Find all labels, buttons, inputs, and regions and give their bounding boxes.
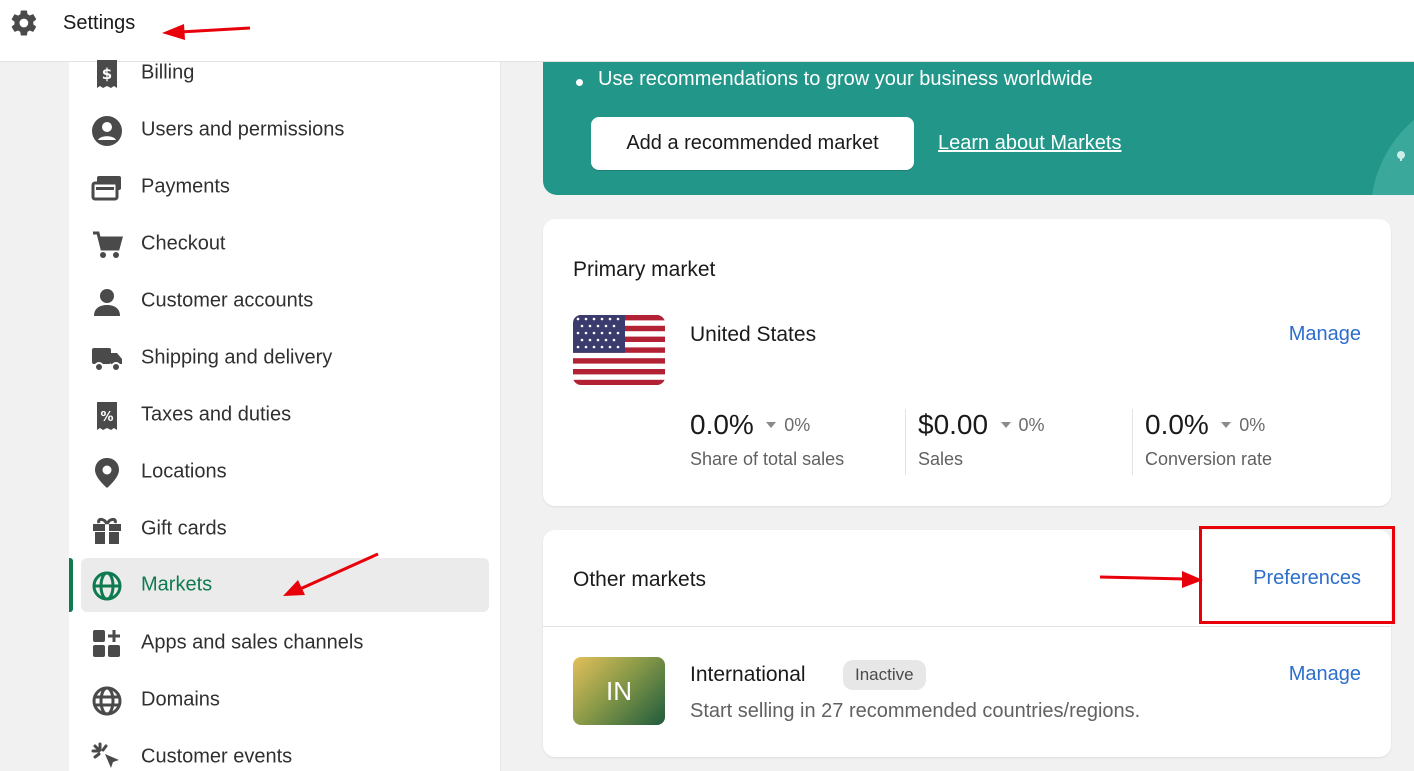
svg-text:%: % (100, 410, 113, 425)
user-circle-icon (91, 115, 123, 147)
svg-text:$: $ (102, 65, 112, 83)
sidebar-item-gift-cards[interactable]: Gift cards (81, 502, 489, 556)
metric-sales: $0.00 0% Sales (918, 409, 1045, 479)
other-markets-title: Other markets (573, 568, 707, 591)
sidebar-item-label: Domains (141, 688, 220, 711)
settings-sidebar: $ Billing Users and permissions Payments… (69, 60, 501, 771)
metric-delta: 0% (766, 415, 810, 436)
payments-icon (91, 172, 123, 204)
add-recommended-market-button[interactable]: Add a recommended market (591, 117, 914, 170)
sidebar-item-billing[interactable]: $ Billing (81, 46, 489, 100)
active-indicator (69, 558, 73, 612)
caret-down-icon (1000, 422, 1011, 428)
sidebar-item-label: Locations (141, 460, 227, 483)
market-name: International (690, 663, 806, 686)
gift-icon (91, 514, 123, 546)
person-icon (91, 286, 123, 318)
location-pin-icon (91, 457, 123, 489)
metric-conversion-rate: 0.0% 0% Conversion rate (1145, 409, 1272, 479)
recommendations-banner: Use recommendations to grow your busines… (543, 62, 1414, 195)
metric-share-of-total-sales: 0.0% 0% Share of total sales (690, 409, 844, 479)
sidebar-item-label: Payments (141, 175, 230, 198)
banner-illustration (1372, 120, 1414, 195)
sidebar-item-label: Markets (141, 573, 213, 596)
sidebar-item-label: Customer events (141, 745, 293, 768)
metric-delta: 0% (1221, 415, 1265, 436)
domain-globe-icon (91, 685, 123, 717)
manage-primary-market-link[interactable]: Manage (1289, 323, 1361, 346)
receipt-percent-icon: % (91, 400, 123, 432)
annotation-highlight-box (1199, 526, 1395, 624)
metric-value: $0.00 (918, 409, 989, 440)
primary-market-title: Primary market (573, 258, 716, 281)
metric-delta: 0% (1000, 415, 1045, 436)
sidebar-item-label: Billing (141, 61, 195, 84)
sidebar-item-markets[interactable]: Markets (81, 558, 489, 612)
cart-icon (91, 229, 123, 261)
page-title: Settings (63, 12, 136, 34)
banner-bullet: Use recommendations to grow your busines… (576, 68, 1093, 90)
market-description: Start selling in 27 recommended countrie… (690, 700, 1141, 722)
sidebar-item-label: Users and permissions (141, 118, 345, 141)
market-name: United States (690, 323, 817, 346)
metric-divider (1132, 409, 1133, 475)
sidebar-item-label: Taxes and duties (141, 403, 292, 426)
metric-value: 0.0% (690, 409, 754, 440)
market-badge: IN (573, 657, 665, 725)
sidebar-item-taxes-and-duties[interactable]: % Taxes and duties (81, 388, 489, 442)
metric-label: Share of total sales (690, 449, 845, 469)
sidebar-item-users-and-permissions[interactable]: Users and permissions (81, 103, 489, 157)
metric-divider (905, 409, 906, 475)
billing-icon: $ (91, 58, 123, 90)
metric-label: Sales (918, 449, 964, 469)
truck-icon (91, 343, 123, 375)
sidebar-item-label: Customer accounts (141, 289, 314, 312)
apps-icon (91, 628, 123, 660)
cursor-click-icon (91, 742, 123, 771)
main-content: Use recommendations to grow your busines… (502, 62, 1414, 771)
sidebar-item-checkout[interactable]: Checkout (81, 217, 489, 271)
left-gutter (0, 62, 69, 771)
sidebar-item-locations[interactable]: Locations (81, 445, 489, 499)
sidebar-item-label: Shipping and delivery (141, 346, 333, 369)
metric-value: 0.0% (1145, 409, 1209, 440)
caret-down-icon (1221, 422, 1232, 428)
status-badge: Inactive (843, 660, 926, 690)
sidebar-item-label: Gift cards (141, 517, 227, 540)
sidebar-item-label: Checkout (141, 232, 226, 255)
card-divider (543, 626, 1391, 627)
manage-international-market-link[interactable]: Manage (1289, 663, 1361, 686)
sidebar-item-payments[interactable]: Payments (81, 160, 489, 214)
sidebar-item-customer-events[interactable]: Customer events (81, 730, 489, 771)
sidebar-item-customer-accounts[interactable]: Customer accounts (81, 274, 489, 328)
metric-label: Conversion rate (1145, 449, 1273, 469)
us-flag-icon (573, 315, 665, 385)
sidebar-item-shipping-and-delivery[interactable]: Shipping and delivery (81, 331, 489, 385)
globe-icon (91, 570, 123, 602)
sidebar-item-domains[interactable]: Domains (81, 673, 489, 727)
learn-about-markets-link[interactable]: Learn about Markets (938, 132, 1121, 155)
gear-icon (11, 10, 37, 36)
caret-down-icon (766, 422, 777, 428)
sidebar-item-label: Apps and sales channels (141, 631, 364, 654)
sidebar-item-apps-and-sales-channels[interactable]: Apps and sales channels (81, 616, 489, 670)
primary-market-card: Primary market United States Manage 0.0% (543, 219, 1391, 506)
